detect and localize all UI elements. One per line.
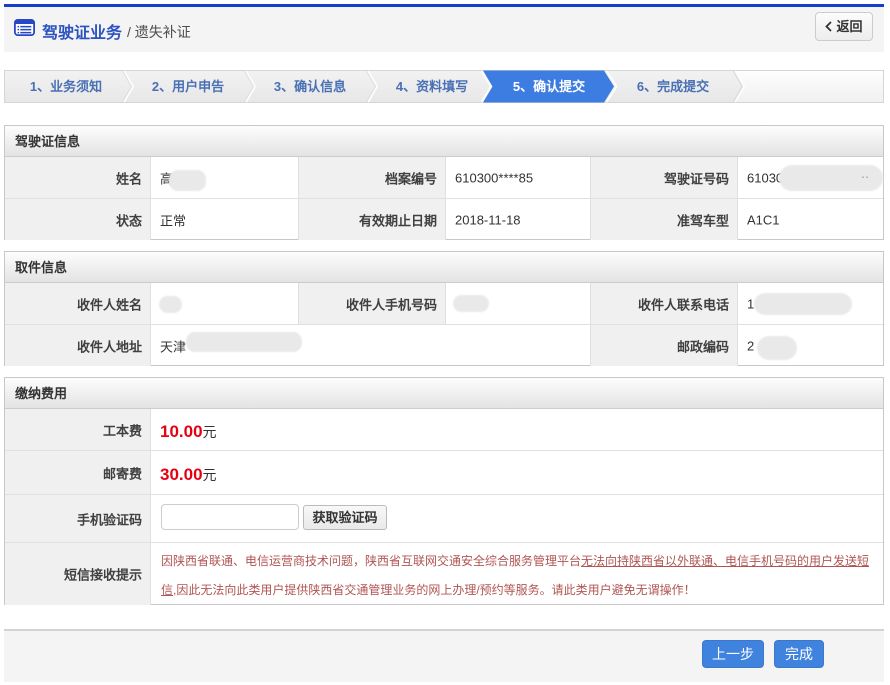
svg-text:6、完成提交: 6、完成提交	[637, 79, 709, 94]
svg-text:1、业务须知: 1、业务须知	[30, 79, 102, 94]
svg-text:5、确认提交: 5、确认提交	[513, 79, 585, 94]
svg-text:3、确认信息: 3、确认信息	[274, 79, 346, 94]
svg-text:2、用户申告: 2、用户申告	[152, 79, 224, 94]
svg-text:4、资料填写: 4、资料填写	[396, 79, 468, 94]
